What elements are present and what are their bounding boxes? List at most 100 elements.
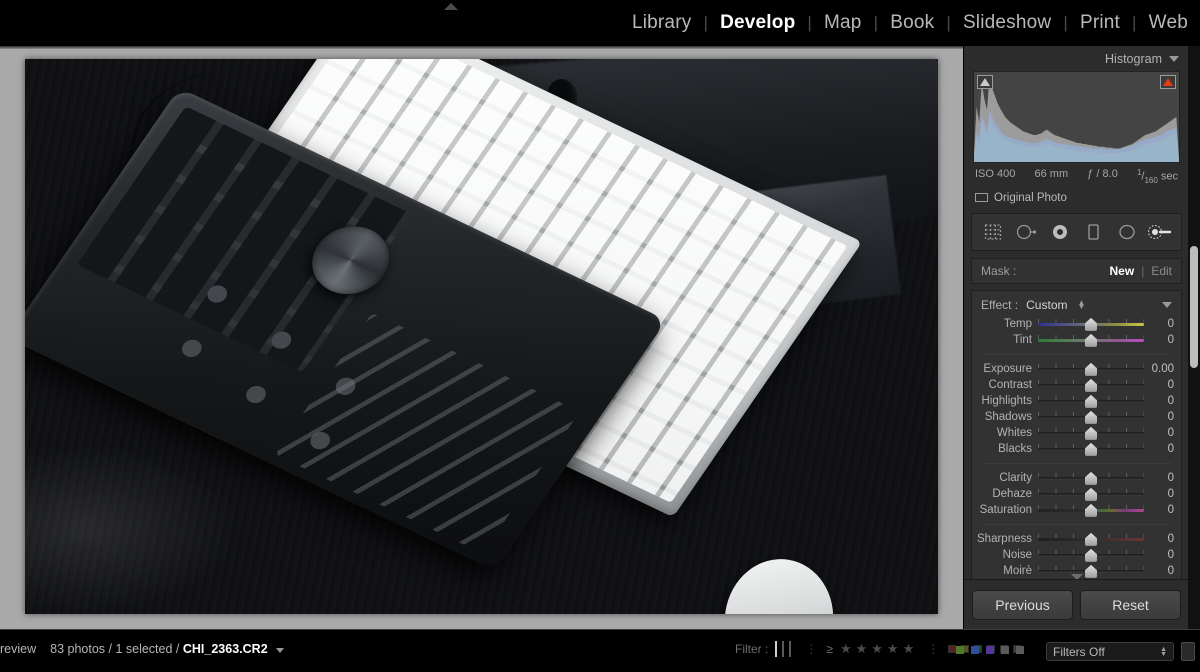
crop-overlay-tool[interactable] bbox=[979, 219, 1007, 245]
effect-preset-dropdown[interactable]: Custom bbox=[1026, 298, 1067, 312]
mask-new-button[interactable]: New bbox=[1110, 264, 1135, 278]
star-3-icon[interactable]: ★ bbox=[871, 641, 883, 656]
star-2-icon[interactable]: ★ bbox=[856, 641, 868, 656]
module-tab-slideshow[interactable]: Slideshow bbox=[951, 12, 1063, 34]
star-rating-filter: ★ ★ ★ ★ ★ bbox=[840, 641, 918, 657]
caret-down-icon[interactable] bbox=[276, 648, 285, 653]
slider-shadows[interactable] bbox=[1038, 410, 1144, 424]
module-tab-book[interactable]: Book bbox=[878, 12, 946, 34]
strip-purple-swatch[interactable] bbox=[986, 646, 994, 654]
slider-tint[interactable] bbox=[1038, 333, 1144, 347]
slider-value-contrast[interactable]: 0 bbox=[1144, 379, 1174, 391]
module-tab-library[interactable]: Library bbox=[620, 12, 703, 34]
flag-unflagged-icon[interactable] bbox=[782, 641, 785, 657]
module-tab-map[interactable]: Map bbox=[812, 12, 874, 34]
slider-contrast[interactable] bbox=[1038, 378, 1144, 392]
slider-sharpness[interactable] bbox=[1038, 532, 1144, 546]
filters-preset-select[interactable]: Filters Off ▲ ▼ bbox=[1046, 642, 1174, 661]
slider-label-contrast: Contrast bbox=[988, 378, 1032, 391]
filter-label: Filter : bbox=[735, 642, 769, 656]
original-photo-icon bbox=[975, 193, 988, 203]
slider-value-blacks[interactable]: 0 bbox=[1144, 443, 1174, 455]
slider-clarity[interactable] bbox=[1038, 471, 1144, 485]
slider-value-exposure[interactable]: 0.00 bbox=[1144, 363, 1174, 375]
exif-iso: ISO 400 bbox=[975, 168, 1016, 180]
histogram-title: Histogram bbox=[1105, 52, 1162, 66]
slider-row-clarity: Clarity 0 bbox=[972, 470, 1181, 486]
slider-dehaze[interactable] bbox=[1038, 487, 1144, 501]
effect-collapse-icon[interactable] bbox=[1162, 301, 1172, 308]
histogram-series-luminance bbox=[974, 76, 1179, 162]
flag-picked-icon[interactable] bbox=[775, 641, 778, 657]
slider-value-saturation[interactable]: 0 bbox=[1144, 504, 1174, 516]
star-1-icon[interactable]: ★ bbox=[840, 641, 852, 656]
flag-rejected-icon[interactable] bbox=[789, 641, 792, 657]
slider-exposure[interactable] bbox=[1038, 362, 1144, 376]
photo-count-and-filename[interactable]: 83 photos / 1 selected / CHI_2363.CR2 bbox=[50, 642, 285, 656]
star-4-icon[interactable]: ★ bbox=[887, 641, 899, 656]
strip-green-swatch[interactable] bbox=[956, 646, 964, 654]
slider-label-clarity: Clarity bbox=[999, 471, 1032, 484]
previous-button[interactable]: Previous bbox=[972, 589, 1073, 620]
divider bbox=[981, 523, 1172, 525]
filters-preset-value: Filters Off bbox=[1053, 644, 1105, 659]
strip-blue-swatch[interactable] bbox=[971, 646, 979, 654]
module-bar: Library | Develop | Map | Book | Slideshow | Print… bbox=[0, 0, 1200, 46]
right-panel-scrollbar[interactable] bbox=[1188, 46, 1200, 629]
star-5-icon[interactable]: ★ bbox=[903, 641, 915, 656]
module-tab-develop[interactable]: Develop bbox=[708, 12, 807, 34]
panel-action-buttons: Previous Reset bbox=[964, 579, 1189, 629]
up-down-stepper-icon[interactable]: ▲ ▼ bbox=[1077, 298, 1085, 310]
slider-blacks[interactable] bbox=[1038, 442, 1144, 456]
filmstrip-label-swatches bbox=[956, 646, 1024, 654]
top-panel-collapse-toggle[interactable] bbox=[440, 1, 462, 12]
module-tab-print[interactable]: Print bbox=[1068, 12, 1132, 34]
original-photo-row[interactable]: Original Photo bbox=[975, 192, 1178, 204]
highlight-clipping-indicator[interactable] bbox=[1160, 75, 1176, 89]
exif-shutter-denominator: 160 bbox=[1144, 175, 1158, 185]
up-down-stepper-icon[interactable]: ▲ ▼ bbox=[1160, 646, 1167, 658]
slider-value-tint[interactable]: 0 bbox=[1144, 334, 1174, 346]
slider-value-temp[interactable]: 0 bbox=[1144, 318, 1174, 330]
strip-gray1-swatch[interactable] bbox=[1001, 646, 1009, 654]
spot-removal-tool[interactable] bbox=[1012, 219, 1040, 245]
slider-temp[interactable] bbox=[1038, 317, 1144, 331]
rating-operator[interactable]: ≥ bbox=[826, 642, 833, 656]
adjustment-brush-tool[interactable] bbox=[1146, 219, 1174, 245]
triangle-down-icon[interactable] bbox=[1169, 56, 1179, 62]
slider-value-clarity[interactable]: 0 bbox=[1144, 472, 1174, 484]
slider-value-highlights[interactable]: 0 bbox=[1144, 395, 1174, 407]
slider-moirè[interactable] bbox=[1038, 564, 1144, 578]
module-tab-web[interactable]: Web bbox=[1137, 12, 1200, 34]
mask-edit-button[interactable]: Edit bbox=[1151, 264, 1172, 278]
slider-value-moirè[interactable]: 0 bbox=[1144, 565, 1174, 577]
filmstrip-panel-toggle-icon[interactable] bbox=[1181, 642, 1195, 661]
slider-highlights[interactable] bbox=[1038, 394, 1144, 408]
shadow-clipping-indicator[interactable] bbox=[977, 75, 993, 89]
histogram-plot[interactable] bbox=[973, 71, 1180, 163]
histogram-header[interactable]: Histogram bbox=[964, 46, 1189, 71]
strip-gray2-swatch[interactable] bbox=[1016, 646, 1024, 654]
lightroom-window: Library | Develop | Map | Book | Slideshow | Print… bbox=[0, 0, 1200, 672]
radial-filter-tool[interactable] bbox=[1113, 219, 1141, 245]
photo-frame[interactable] bbox=[25, 59, 938, 614]
slider-row-highlights: Highlights 0 bbox=[972, 393, 1181, 409]
graduated-filter-tool[interactable] bbox=[1079, 219, 1107, 245]
slider-noise[interactable] bbox=[1038, 548, 1144, 562]
photo-mouse-region bbox=[716, 551, 842, 614]
mask-row: Mask : New | Edit bbox=[971, 257, 1182, 284]
develop-photo[interactable] bbox=[25, 59, 938, 614]
reset-button[interactable]: Reset bbox=[1080, 589, 1181, 620]
triangle-up-icon bbox=[444, 3, 458, 10]
slider-value-sharpness[interactable]: 0 bbox=[1144, 533, 1174, 545]
slider-whites[interactable] bbox=[1038, 426, 1144, 440]
slider-value-shadows[interactable]: 0 bbox=[1144, 411, 1174, 423]
red-eye-correction-tool[interactable] bbox=[1046, 219, 1074, 245]
slider-value-dehaze[interactable]: 0 bbox=[1144, 488, 1174, 500]
right-panel-scrollbar-thumb[interactable] bbox=[1190, 246, 1198, 368]
slider-value-whites[interactable]: 0 bbox=[1144, 427, 1174, 439]
slider-saturation[interactable] bbox=[1038, 503, 1144, 517]
right-panel-scroll-content: Histogram ISO 400 66 mm ƒ / 8.0 1/160 se… bbox=[964, 46, 1189, 629]
divider bbox=[981, 353, 1172, 355]
slider-value-noise[interactable]: 0 bbox=[1144, 549, 1174, 561]
